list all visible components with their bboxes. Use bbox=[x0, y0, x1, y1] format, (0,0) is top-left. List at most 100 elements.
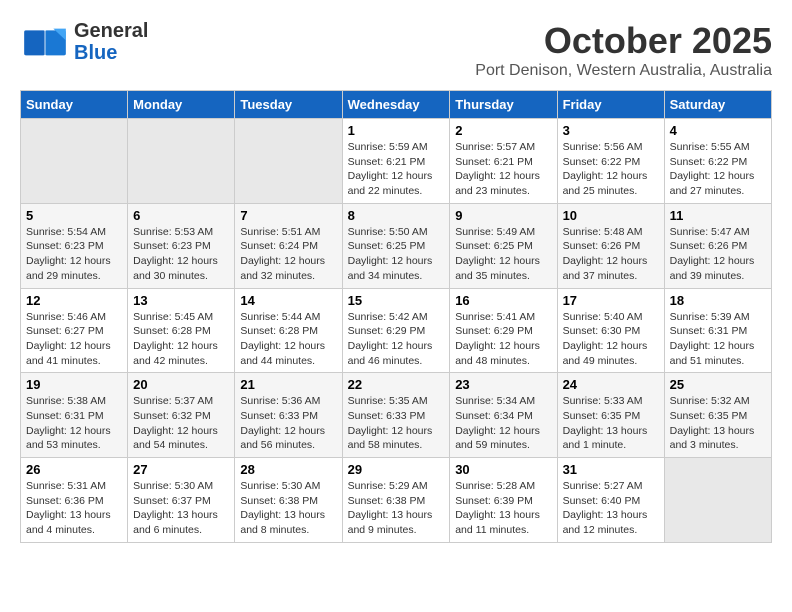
day-number: 20 bbox=[133, 377, 229, 392]
location-title: Port Denison, Western Australia, Austral… bbox=[475, 62, 772, 80]
day-cell: 22 Sunrise: 5:35 AM Sunset: 6:33 PM Dayli… bbox=[342, 373, 450, 458]
day-cell bbox=[664, 458, 771, 543]
day-cell: 28Sunrise: 5:30 AM Sunset: 6:38 PM Dayli… bbox=[235, 458, 342, 543]
day-info: Sunrise: 5:53 AM Sunset: 6:23 PM Dayligh… bbox=[133, 225, 229, 284]
logo: General Blue bbox=[20, 20, 148, 64]
column-header-monday: Monday bbox=[128, 91, 235, 119]
day-number: 18 bbox=[670, 293, 766, 308]
day-cell: 24Sunrise: 5:33 AM Sunset: 6:35 PM Dayli… bbox=[557, 373, 664, 458]
day-number: 31 bbox=[563, 462, 659, 477]
day-info: Sunrise: 5:32 AM Sunset: 6:35 PM Dayligh… bbox=[670, 394, 766, 453]
day-info: Sunrise: 5:49 AM Sunset: 6:25 PM Dayligh… bbox=[455, 225, 551, 284]
day-cell bbox=[235, 119, 342, 204]
day-number: 4 bbox=[670, 123, 766, 138]
month-title: October 2025 bbox=[475, 20, 772, 62]
day-info: Sunrise: 5:39 AM Sunset: 6:31 PM Dayligh… bbox=[670, 310, 766, 369]
day-info: Sunrise: 5:37 AM Sunset: 6:32 PM Dayligh… bbox=[133, 394, 229, 453]
day-cell: 18 Sunrise: 5:39 AM Sunset: 6:31 PM Dayli… bbox=[664, 288, 771, 373]
title-block: October 2025 Port Denison, Western Austr… bbox=[475, 20, 772, 80]
day-cell: 12 Sunrise: 5:46 AM Sunset: 6:27 PM Dayli… bbox=[21, 288, 128, 373]
day-info: Sunrise: 5:31 AM Sunset: 6:36 PM Dayligh… bbox=[26, 479, 122, 538]
day-number: 6 bbox=[133, 208, 229, 223]
day-cell: 17 Sunrise: 5:40 AM Sunset: 6:30 PM Dayli… bbox=[557, 288, 664, 373]
column-header-thursday: Thursday bbox=[450, 91, 557, 119]
logo-text: General Blue bbox=[74, 20, 148, 64]
day-number: 3 bbox=[563, 123, 659, 138]
logo-icon bbox=[20, 22, 70, 62]
day-number: 5 bbox=[26, 208, 122, 223]
week-row-3: 12 Sunrise: 5:46 AM Sunset: 6:27 PM Dayli… bbox=[21, 288, 772, 373]
day-info: Sunrise: 5:34 AM Sunset: 6:34 PM Dayligh… bbox=[455, 394, 551, 453]
day-info: Sunrise: 5:59 AM Sunset: 6:21 PM Dayligh… bbox=[348, 140, 445, 199]
column-header-tuesday: Tuesday bbox=[235, 91, 342, 119]
day-cell: 23 Sunrise: 5:34 AM Sunset: 6:34 PM Dayli… bbox=[450, 373, 557, 458]
day-number: 7 bbox=[240, 208, 336, 223]
week-row-5: 26 Sunrise: 5:31 AM Sunset: 6:36 PM Dayli… bbox=[21, 458, 772, 543]
day-number: 1 bbox=[348, 123, 445, 138]
day-cell: 20 Sunrise: 5:37 AM Sunset: 6:32 PM Dayli… bbox=[128, 373, 235, 458]
calendar-table: SundayMondayTuesdayWednesdayThursdayFrid… bbox=[20, 90, 772, 543]
day-cell: 2 Sunrise: 5:57 AM Sunset: 6:21 PM Daylig… bbox=[450, 119, 557, 204]
day-info: Sunrise: 5:57 AM Sunset: 6:21 PM Dayligh… bbox=[455, 140, 551, 199]
day-number: 23 bbox=[455, 377, 551, 392]
day-cell: 27Sunrise: 5:30 AM Sunset: 6:37 PM Dayli… bbox=[128, 458, 235, 543]
day-number: 2 bbox=[455, 123, 551, 138]
day-info: Sunrise: 5:28 AM Sunset: 6:39 PM Dayligh… bbox=[455, 479, 551, 538]
day-cell: 15 Sunrise: 5:42 AM Sunset: 6:29 PM Dayli… bbox=[342, 288, 450, 373]
week-row-2: 5 Sunrise: 5:54 AM Sunset: 6:23 PM Daylig… bbox=[21, 203, 772, 288]
day-cell: 11 Sunrise: 5:47 AM Sunset: 6:26 PM Dayli… bbox=[664, 203, 771, 288]
day-info: Sunrise: 5:27 AM Sunset: 6:40 PM Dayligh… bbox=[563, 479, 659, 538]
day-cell bbox=[21, 119, 128, 204]
day-cell: 14Sunrise: 5:44 AM Sunset: 6:28 PM Dayli… bbox=[235, 288, 342, 373]
day-info: Sunrise: 5:54 AM Sunset: 6:23 PM Dayligh… bbox=[26, 225, 122, 284]
day-cell bbox=[128, 119, 235, 204]
day-info: Sunrise: 5:38 AM Sunset: 6:31 PM Dayligh… bbox=[26, 394, 122, 453]
day-number: 22 bbox=[348, 377, 445, 392]
day-info: Sunrise: 5:55 AM Sunset: 6:22 PM Dayligh… bbox=[670, 140, 766, 199]
day-number: 16 bbox=[455, 293, 551, 308]
page-header: General Blue October 2025 Port Denison, … bbox=[20, 20, 772, 80]
day-number: 29 bbox=[348, 462, 445, 477]
day-cell: 1 Sunrise: 5:59 AM Sunset: 6:21 PM Daylig… bbox=[342, 119, 450, 204]
day-number: 26 bbox=[26, 462, 122, 477]
day-number: 11 bbox=[670, 208, 766, 223]
day-number: 15 bbox=[348, 293, 445, 308]
day-info: Sunrise: 5:48 AM Sunset: 6:26 PM Dayligh… bbox=[563, 225, 659, 284]
day-cell: 10 Sunrise: 5:48 AM Sunset: 6:26 PM Dayli… bbox=[557, 203, 664, 288]
day-info: Sunrise: 5:50 AM Sunset: 6:25 PM Dayligh… bbox=[348, 225, 445, 284]
column-header-wednesday: Wednesday bbox=[342, 91, 450, 119]
day-number: 8 bbox=[348, 208, 445, 223]
day-number: 14 bbox=[240, 293, 336, 308]
column-header-friday: Friday bbox=[557, 91, 664, 119]
day-cell: 7Sunrise: 5:51 AM Sunset: 6:24 PM Daylig… bbox=[235, 203, 342, 288]
day-number: 17 bbox=[563, 293, 659, 308]
day-cell: 19 Sunrise: 5:38 AM Sunset: 6:31 PM Dayli… bbox=[21, 373, 128, 458]
day-cell: 16Sunrise: 5:41 AM Sunset: 6:29 PM Dayli… bbox=[450, 288, 557, 373]
day-cell: 29Sunrise: 5:29 AM Sunset: 6:38 PM Dayli… bbox=[342, 458, 450, 543]
day-cell: 31 Sunrise: 5:27 AM Sunset: 6:40 PM Dayli… bbox=[557, 458, 664, 543]
day-info: Sunrise: 5:42 AM Sunset: 6:29 PM Dayligh… bbox=[348, 310, 445, 369]
day-number: 13 bbox=[133, 293, 229, 308]
day-cell: 30 Sunrise: 5:28 AM Sunset: 6:39 PM Dayli… bbox=[450, 458, 557, 543]
day-info: Sunrise: 5:35 AM Sunset: 6:33 PM Dayligh… bbox=[348, 394, 445, 453]
day-cell: 4 Sunrise: 5:55 AM Sunset: 6:22 PM Daylig… bbox=[664, 119, 771, 204]
week-row-1: 1 Sunrise: 5:59 AM Sunset: 6:21 PM Daylig… bbox=[21, 119, 772, 204]
day-info: Sunrise: 5:47 AM Sunset: 6:26 PM Dayligh… bbox=[670, 225, 766, 284]
day-info: Sunrise: 5:40 AM Sunset: 6:30 PM Dayligh… bbox=[563, 310, 659, 369]
day-number: 19 bbox=[26, 377, 122, 392]
day-number: 25 bbox=[670, 377, 766, 392]
day-cell: 25 Sunrise: 5:32 AM Sunset: 6:35 PM Dayli… bbox=[664, 373, 771, 458]
day-number: 12 bbox=[26, 293, 122, 308]
day-cell: 8 Sunrise: 5:50 AM Sunset: 6:25 PM Daylig… bbox=[342, 203, 450, 288]
day-number: 30 bbox=[455, 462, 551, 477]
day-number: 27 bbox=[133, 462, 229, 477]
column-header-saturday: Saturday bbox=[664, 91, 771, 119]
day-info: Sunrise: 5:46 AM Sunset: 6:27 PM Dayligh… bbox=[26, 310, 122, 369]
day-cell: 21Sunrise: 5:36 AM Sunset: 6:33 PM Dayli… bbox=[235, 373, 342, 458]
day-cell: 9Sunrise: 5:49 AM Sunset: 6:25 PM Daylig… bbox=[450, 203, 557, 288]
day-number: 21 bbox=[240, 377, 336, 392]
day-info: Sunrise: 5:33 AM Sunset: 6:35 PM Dayligh… bbox=[563, 394, 659, 453]
column-header-sunday: Sunday bbox=[21, 91, 128, 119]
day-number: 10 bbox=[563, 208, 659, 223]
day-number: 28 bbox=[240, 462, 336, 477]
